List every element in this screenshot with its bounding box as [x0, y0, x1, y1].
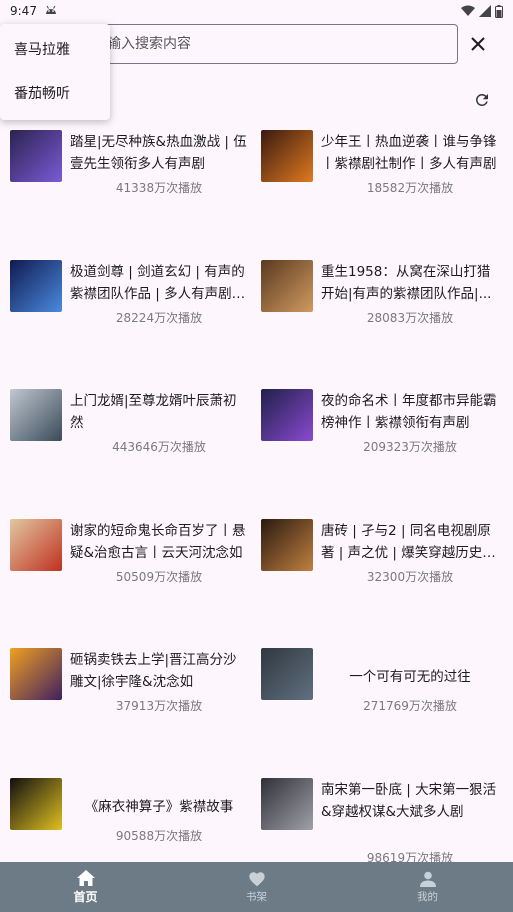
refresh-icon[interactable] — [471, 89, 493, 111]
book-title: 重生1958：从窝在深山打猎开始|有声的紫襟团队作品|... — [321, 263, 492, 302]
nav-shelf-label: 书架 — [246, 890, 267, 903]
book-card[interactable]: 少年王丨热血逆袭丨谁与争锋丨紫襟剧社制作丨多人有声剧 18582万次播放 — [251, 130, 502, 260]
book-title: 《麻衣神算子》紫襟故事 — [84, 798, 234, 815]
book-card[interactable]: 上门龙婿|至尊龙婿叶辰萧初然 443646万次播放 — [0, 389, 251, 519]
book-card[interactable]: 夜的命名术丨年度都市异能霸榜神作丨紫襟领衔有声剧 209323万次播放 — [251, 389, 502, 519]
book-card[interactable]: 唐砖 | 孑与2 | 同名电视剧原著 | 声之优 | 爆笑穿越历史 | ... 3… — [251, 518, 502, 649]
android-icon — [45, 4, 57, 18]
status-icons — [461, 4, 503, 18]
book-title: 少年王丨热血逆袭丨谁与争锋丨紫襟剧社制作丨多人有声剧 — [321, 134, 497, 172]
book-cover-image — [261, 389, 313, 442]
book-title: 一个可有可无的过往 — [349, 669, 471, 686]
book-title: 唐砖 | 孑与2 | 同名电视剧原著 | 声之优 | 爆笑穿越历史 | ... — [321, 522, 492, 561]
book-cover-image — [261, 259, 313, 312]
book-cover-image — [10, 648, 62, 701]
play-count: 209323万次播放 — [363, 440, 457, 455]
wifi-icon — [461, 5, 475, 16]
book-title: 上门龙婿|至尊龙婿叶辰萧初然 — [70, 393, 237, 432]
play-count: 37913万次播放 — [115, 699, 203, 714]
nav-home-label: 首页 — [73, 889, 98, 904]
play-count: 28083万次播放 — [366, 310, 454, 325]
play-count: 28224万次播放 — [115, 310, 203, 325]
book-title: 踏星|无尽种族&热血激战 | 伍壹先生领衔多人有声剧 — [70, 134, 247, 172]
book-cover-image — [261, 777, 313, 830]
book-title: 南宋第一卧底 | 大宋第一狠活&穿越权谋&大斌多人剧 — [321, 781, 497, 820]
play-count: 271769万次播放 — [363, 699, 457, 714]
heart-icon — [248, 871, 265, 886]
book-card[interactable]: 极道剑尊 | 剑道玄幻 | 有声的紫襟团队作品 | 多人有声剧 |... 2822… — [0, 259, 251, 390]
book-cover-image — [261, 518, 313, 571]
play-count: 50509万次播放 — [115, 569, 203, 584]
book-card[interactable]: 踏星|无尽种族&热血激战 | 伍壹先生领衔多人有声剧 41338万次播放 — [0, 130, 251, 260]
book-cover-image — [10, 130, 62, 182]
nav-mine-label: 我的 — [417, 890, 438, 903]
status-time: 9:47 — [10, 4, 37, 18]
book-title: 砸锅卖铁去上学|晋江高分沙雕文|徐宇隆&沈念如 — [70, 652, 237, 691]
book-cover-image — [10, 777, 62, 830]
play-count: 32300万次播放 — [366, 569, 454, 584]
status-bar: 9:47 — [0, 0, 513, 22]
play-count: 18582万次播放 — [366, 181, 454, 195]
play-count: 443646万次播放 — [112, 440, 206, 455]
battery-icon — [495, 4, 503, 18]
book-cover-image — [261, 648, 313, 701]
person-icon — [419, 871, 436, 887]
nav-shelf[interactable]: 书架 — [171, 862, 342, 912]
book-cover-image — [10, 259, 62, 312]
nav-mine[interactable]: 我的 — [342, 862, 513, 912]
book-card[interactable]: 砸锅卖铁去上学|晋江高分沙雕文|徐宇隆&沈念如 37913万次播放 — [0, 648, 251, 778]
signal-icon — [479, 5, 491, 17]
book-cover-image — [10, 389, 62, 442]
book-title: 谢家的短命鬼长命百岁了丨悬疑&治愈古言丨云天河沈念如 — [70, 522, 246, 561]
home-icon — [76, 869, 95, 886]
book-title: 夜的命名术丨年度都市异能霸榜神作丨紫襟领衔有声剧 — [321, 393, 497, 432]
play-count: 90588万次播放 — [115, 828, 203, 843]
play-count: 41338万次播放 — [115, 181, 203, 195]
nav-home[interactable]: 首页 — [0, 862, 171, 912]
book-grid: 踏星|无尽种族&热血激战 | 伍壹先生领衔多人有声剧 41338万次播放 少年王丨热… — [0, 130, 513, 908]
source-dropdown: 喜马拉雅 番茄畅听 — [0, 24, 110, 120]
book-title: 极道剑尊 | 剑道玄幻 | 有声的紫襟团队作品 | 多人有声剧 |... — [70, 263, 245, 302]
bottom-nav: 首页 书架 我的 — [0, 862, 513, 912]
dropdown-item-ximalaya[interactable]: 喜马拉雅 — [0, 28, 110, 72]
book-card[interactable]: 重生1958：从窝在深山打猎开始|有声的紫襟团队作品|... 28083万次播放 — [251, 259, 502, 390]
book-card[interactable]: 谢家的短命鬼长命百岁了丨悬疑&治愈古言丨云天河沈念如 50509万次播放 — [0, 518, 251, 649]
book-card[interactable]: 一个可有可无的过往 271769万次播放 — [251, 648, 502, 778]
dropdown-item-fanqie[interactable]: 番茄畅听 — [0, 72, 110, 116]
search-input[interactable]: 输入搜索内容 — [92, 24, 458, 64]
book-cover-image — [261, 130, 313, 182]
book-cover-image — [10, 518, 62, 571]
close-icon[interactable] — [466, 32, 490, 56]
